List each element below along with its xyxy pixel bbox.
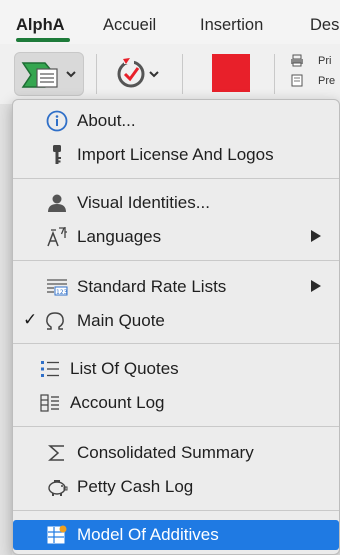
green-list-icon [21, 62, 76, 88]
toolbar-separator [182, 54, 183, 94]
checkmark-icon: ✓ [23, 310, 38, 330]
info-circle-icon [46, 110, 68, 132]
svg-text:123: 123 [56, 289, 68, 296]
menu-item-standard-rate-lists[interactable]: 123 Standard Rate Lists [13, 272, 339, 302]
alpha-menu-button[interactable] [14, 52, 84, 96]
menu-item-label: Languages [77, 227, 162, 246]
key-icon [46, 144, 68, 166]
toolbar-separator [96, 54, 97, 94]
piggy-bank-icon [46, 476, 68, 498]
toolbar-separator [274, 54, 275, 94]
submenu-arrow-icon [311, 230, 321, 242]
preview-label[interactable]: Pre [318, 75, 335, 87]
rate-list-icon: 123 [46, 276, 68, 298]
menu-item-visual-identities[interactable]: Visual Identities... [13, 188, 339, 218]
table-star-icon [46, 524, 68, 546]
row-gutter [0, 104, 12, 555]
menu-item-label: Standard Rate Lists [77, 277, 227, 296]
menu-item-label: Account Log [70, 393, 165, 412]
preview-icon[interactable] [290, 74, 304, 87]
menu-item-main-quote[interactable]: ✓ Main Quote [13, 306, 339, 336]
red-color-swatch[interactable] [212, 54, 250, 92]
menu-divider [13, 426, 339, 427]
print-label[interactable]: Pri [318, 55, 331, 67]
sigma-icon [46, 442, 68, 464]
print-icon[interactable] [290, 54, 304, 67]
alpha-dropdown-menu: About... Import License And Logos Visual… [12, 99, 340, 555]
tab-design[interactable]: Des [310, 16, 339, 35]
menu-item-list-of-quotes[interactable]: List Of Quotes [13, 354, 339, 384]
submenu-arrow-icon [311, 280, 321, 292]
person-icon [46, 192, 68, 214]
omega-icon [44, 310, 66, 332]
menu-item-label: Main Quote [77, 311, 165, 330]
menu-divider [13, 510, 339, 511]
translate-icon [46, 226, 68, 248]
menu-item-languages[interactable]: Languages [13, 222, 339, 252]
ribbon-toolbar: Pri Pre [0, 44, 340, 104]
menu-item-label: Visual Identities... [77, 193, 210, 212]
tab-insertion[interactable]: Insertion [200, 16, 263, 35]
menu-item-label: Import License And Logos [77, 145, 274, 164]
menu-item-label: Model Of Additives [77, 525, 219, 544]
active-tab-indicator [16, 38, 70, 42]
menu-divider [13, 178, 339, 179]
menu-item-petty-cash-log[interactable]: Petty Cash Log [13, 472, 339, 502]
menu-item-label: Petty Cash Log [77, 477, 194, 496]
menu-item-label: About... [77, 111, 136, 130]
menu-divider [13, 343, 339, 344]
menu-item-label: Consolidated Summary [77, 443, 254, 462]
menu-item-about[interactable]: About... [13, 106, 339, 136]
menu-divider [13, 260, 339, 261]
menu-item-import-license[interactable]: Import License And Logos [13, 140, 339, 170]
menu-item-consolidated-summary[interactable]: Consolidated Summary [13, 438, 339, 468]
refresh-check-icon[interactable] [114, 54, 162, 94]
menu-item-label: List Of Quotes [70, 359, 179, 378]
tab-accueil[interactable]: Accueil [103, 16, 156, 35]
ribbon-tab-bar: AlphA Accueil Insertion Des [0, 0, 340, 44]
account-log-icon [39, 392, 61, 414]
menu-item-account-log[interactable]: Account Log [13, 388, 339, 418]
menu-item-model-of-additives[interactable]: Model Of Additives [13, 520, 339, 550]
list-icon [39, 358, 61, 380]
tab-alpha[interactable]: AlphA [16, 16, 65, 35]
